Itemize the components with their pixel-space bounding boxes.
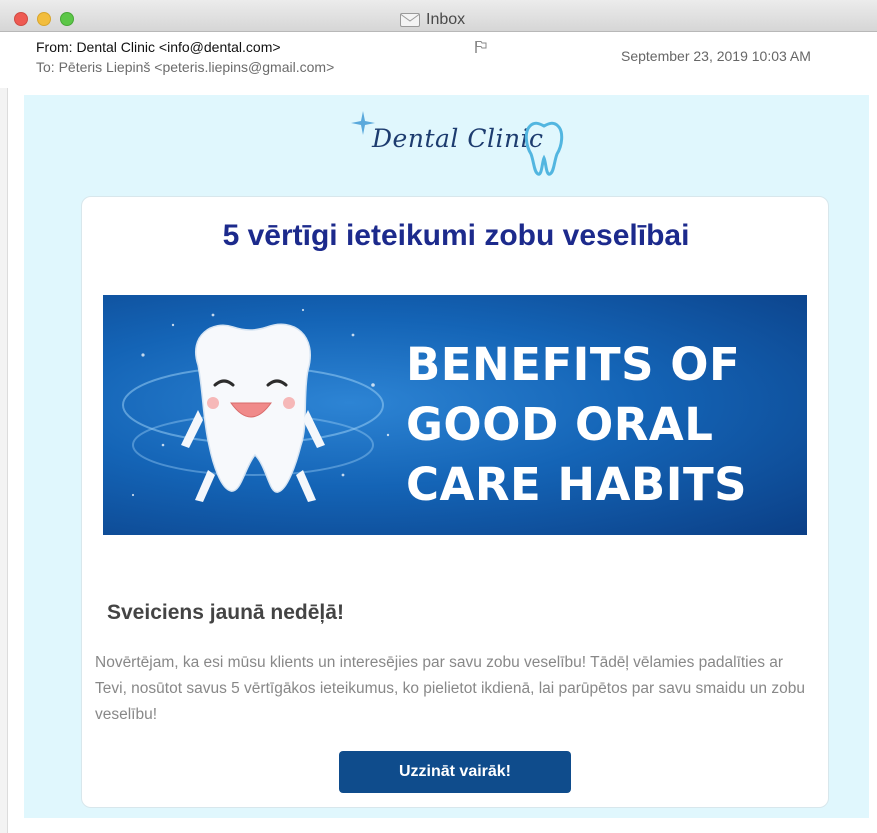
maximize-window-button[interactable]	[60, 12, 74, 26]
banner-line-1: BENEFITS OF	[406, 338, 741, 391]
email-body-text: Novērtējam, ka esi mūsu klients un inter…	[95, 654, 805, 723]
email-title: 5 vērtīgi ieteikumi zobu veselībai	[222, 219, 690, 252]
banner-headline: BENEFITS OF GOOD ORAL CARE HABITS	[406, 335, 806, 515]
banner-line-2: GOOD ORAL	[406, 398, 714, 451]
flag-icon[interactable]	[474, 40, 488, 54]
envelope-icon	[400, 13, 420, 27]
window-title: Inbox	[400, 10, 465, 30]
learn-more-button[interactable]: Uzzināt vairāk!	[339, 751, 571, 793]
tooth-logo-icon	[524, 121, 564, 176]
clinic-logo[interactable]: Dental Clinic	[350, 110, 580, 180]
logo-text: Dental Clinic	[372, 124, 544, 153]
minimize-window-button[interactable]	[37, 12, 51, 26]
greeting-heading: Sveiciens jaunā nedēļā!	[107, 601, 344, 624]
hero-banner[interactable]: BENEFITS OF GOOD ORAL CARE HABITS	[103, 295, 807, 535]
recipient-line[interactable]: To: Pēteris Liepinš <peteris.liepins@gma…	[36, 59, 334, 75]
message-date: September 23, 2019 10:03 AM	[621, 48, 811, 64]
close-window-button[interactable]	[14, 12, 28, 26]
sender-line[interactable]: From: Dental Clinic <info@dental.com>	[36, 39, 281, 55]
window-title-text: Inbox	[426, 11, 466, 28]
window-titlebar: Inbox	[0, 0, 877, 32]
message-header: From: Dental Clinic <info@dental.com> To…	[0, 32, 877, 110]
window-left-edge	[0, 32, 8, 833]
banner-line-3: CARE HABITS	[406, 458, 748, 511]
